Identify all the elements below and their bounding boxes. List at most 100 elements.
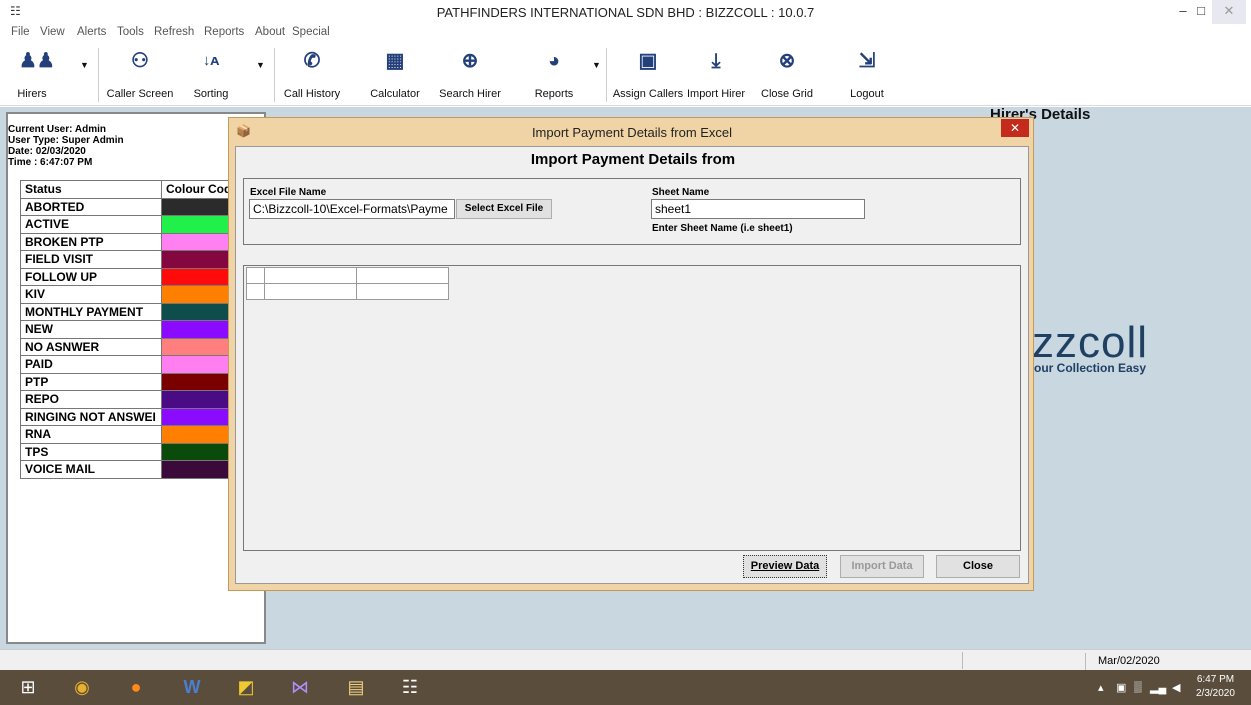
menu-view[interactable]: View xyxy=(40,26,65,38)
volume-icon[interactable]: ◀ xyxy=(1172,681,1180,694)
search-hirer-button[interactable]: ⊕ Search Hirer xyxy=(428,48,512,104)
callers-icon: ⚇ xyxy=(131,50,149,72)
status-colour-swatch xyxy=(161,460,234,479)
import-data-button[interactable]: Import Data xyxy=(840,555,924,578)
menu-refresh[interactable]: Refresh xyxy=(154,26,194,38)
select-excel-file-button[interactable]: Select Excel File xyxy=(456,199,552,219)
preview-data-grid[interactable] xyxy=(243,265,1021,551)
status-name-cell: REPO xyxy=(20,390,162,409)
current-user-text: Current User: Admin xyxy=(8,124,106,135)
status-colour-swatch xyxy=(161,390,234,409)
status-name-cell: NEW xyxy=(20,320,162,339)
status-row[interactable]: NO ASNWER xyxy=(20,337,234,356)
phone-icon: ✆ xyxy=(303,50,321,72)
reports-button[interactable]: ◕ Reports xyxy=(526,48,582,104)
menu-tools[interactable]: Tools xyxy=(117,26,144,38)
hirers-button[interactable]: ♟♟ Hirers xyxy=(8,48,56,104)
preview-data-button[interactable]: Preview Data xyxy=(743,555,827,578)
close-grid-label: Close Grid xyxy=(761,88,813,100)
dialog-title: Import Payment Details from Excel xyxy=(531,125,733,140)
logout-label: Logout xyxy=(850,88,884,100)
visual-studio-icon[interactable]: ⋈ xyxy=(276,672,324,703)
hirers-label: Hirers xyxy=(17,88,47,100)
close-circle-icon: ⊗ xyxy=(778,50,796,72)
status-column-header[interactable]: Status xyxy=(20,180,162,199)
status-row[interactable]: TPS xyxy=(20,442,234,461)
logout-button[interactable]: ⇲ Logout xyxy=(844,48,890,104)
import-hirer-label: Import Hirer xyxy=(686,88,746,100)
firefox-icon[interactable]: ● xyxy=(112,672,160,703)
status-name-cell: PTP xyxy=(20,372,162,391)
time-text: Time : 6:47:07 PM xyxy=(8,157,93,168)
status-bar-date: Mar/02/2020 xyxy=(1085,653,1240,670)
grid-header-cell[interactable] xyxy=(356,267,449,284)
menu-reports[interactable]: Reports xyxy=(204,26,244,38)
menu-alerts[interactable]: Alerts xyxy=(77,26,106,38)
sheet-name-input[interactable]: sheet1 xyxy=(651,199,865,219)
reports-dropdown-icon[interactable]: ▼ xyxy=(592,60,601,70)
assign-callers-button[interactable]: ▣ Assign Callers xyxy=(612,48,684,104)
app-grid-icon[interactable]: ☷ xyxy=(386,672,434,703)
close-window-button[interactable]: ✕ xyxy=(1212,0,1246,24)
media-icon[interactable]: ◩ xyxy=(222,672,270,703)
status-colour-swatch xyxy=(161,407,234,426)
menu-special[interactable]: Special xyxy=(292,26,330,38)
status-colour-swatch xyxy=(161,442,234,461)
grid-header-cell[interactable] xyxy=(264,267,357,284)
import-hirer-button[interactable]: ⤓ Import Hirer xyxy=(684,48,748,104)
pie-chart-icon: ◕ xyxy=(547,50,561,72)
close-button[interactable]: Close xyxy=(936,555,1020,578)
sorting-dropdown-icon[interactable]: ▼ xyxy=(256,60,265,70)
status-row[interactable]: RNA xyxy=(20,425,234,444)
status-row[interactable]: REPO xyxy=(20,390,234,409)
file-explorer-icon[interactable]: ▤ xyxy=(332,672,380,703)
taskbar-clock[interactable]: 6:47 PM 2/3/2020 xyxy=(1196,673,1235,701)
tray-overflow-icon[interactable]: ▴ xyxy=(1098,681,1104,694)
status-row[interactable]: NEW xyxy=(20,320,234,339)
menu-bar: File View Alerts Tools Refresh Reports A… xyxy=(0,24,1251,42)
menu-file[interactable]: File xyxy=(11,26,30,38)
logout-icon: ⇲ xyxy=(858,50,876,72)
call-history-button[interactable]: ✆ Call History xyxy=(280,48,344,104)
status-colour-swatch xyxy=(161,250,234,269)
menu-about[interactable]: About xyxy=(255,26,285,38)
close-grid-button[interactable]: ⊗ Close Grid xyxy=(758,48,816,104)
excel-file-label: Excel File Name xyxy=(250,187,327,198)
grid-cell[interactable] xyxy=(264,283,357,300)
status-bar-divider xyxy=(962,652,963,669)
status-row[interactable]: ACTIVE xyxy=(20,215,234,234)
call-history-label: Call History xyxy=(283,88,341,100)
signal-icon[interactable]: ▂▄ xyxy=(1150,681,1166,694)
colour-column-header[interactable]: Colour Cod xyxy=(161,180,234,199)
status-row[interactable]: PAID xyxy=(20,355,234,374)
hirers-dropdown-icon[interactable]: ▼ xyxy=(80,60,89,70)
network-icon[interactable]: ▒ xyxy=(1134,681,1142,693)
calculator-label: Calculator xyxy=(370,88,420,100)
status-row[interactable]: KIV xyxy=(20,285,234,304)
tray-app-icon[interactable]: ▣ xyxy=(1116,681,1126,694)
windows-start-icon[interactable]: ⊞ xyxy=(4,672,52,703)
status-row[interactable]: PTP xyxy=(20,372,234,391)
title-bar: ☷ PATHFINDERS INTERNATIONAL SDN BHD : BI… xyxy=(0,0,1251,24)
status-row[interactable]: ABORTED xyxy=(20,197,234,216)
status-row[interactable]: FIELD VISIT xyxy=(20,250,234,269)
status-colour-swatch xyxy=(161,337,234,356)
word-icon[interactable]: W xyxy=(168,672,216,703)
sorting-button[interactable]: ↓ᴀ Sorting xyxy=(184,48,238,104)
dialog-close-button[interactable]: ✕ xyxy=(1001,119,1029,137)
status-row[interactable]: MONTHLY PAYMENT xyxy=(20,302,234,321)
calculator-button[interactable]: ▦ Calculator xyxy=(366,48,424,104)
status-row[interactable]: VOICE MAIL xyxy=(20,460,234,479)
chrome-icon[interactable]: ◉ xyxy=(58,672,106,703)
dialog-heading: Import Payment Details from xyxy=(530,151,736,168)
excel-file-input[interactable]: C:\Bizzcoll-10\Excel-Formats\Payme xyxy=(249,199,455,219)
caller-screen-button[interactable]: ⚇ Caller Screen xyxy=(104,48,176,104)
status-row[interactable]: RINGING NOT ANSWEI xyxy=(20,407,234,426)
status-row[interactable]: FOLLOW UP xyxy=(20,267,234,286)
grid-cell[interactable] xyxy=(356,283,449,300)
grid-row-header-cell[interactable] xyxy=(246,283,265,300)
status-colour-swatch xyxy=(161,197,234,216)
assign-callers-label: Assign Callers xyxy=(612,88,684,100)
grid-corner-cell[interactable] xyxy=(246,267,265,284)
status-row[interactable]: BROKEN PTP xyxy=(20,232,234,251)
